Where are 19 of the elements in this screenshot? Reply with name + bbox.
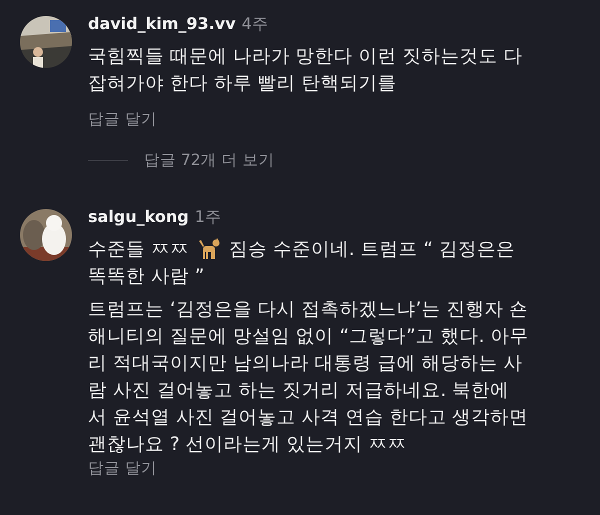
comment-text: 서 윤석열 사진 걸어놓고 사격 연습 한다고 생각하면 bbox=[88, 406, 528, 429]
username[interactable]: salgu_kong bbox=[88, 207, 189, 226]
comment-text: 잡혀가야 한다 하루 빨리 탄핵되기를 bbox=[88, 72, 397, 95]
comment-time: 4주 bbox=[242, 14, 268, 35]
view-replies-link[interactable]: 답글 72개 더 보기 bbox=[144, 150, 275, 171]
comment-text: 똑똑한 사람 ” bbox=[88, 265, 204, 288]
comment-text: 짐승 수준이네. 트럼프 “ 김정은은 bbox=[228, 238, 515, 261]
reply-link[interactable]: 답글 달기 bbox=[88, 459, 157, 477]
comment-text: 국힘찍들 때문에 나라가 망한다 이런 짓하는것도 다 bbox=[88, 45, 522, 68]
comment-time: 1주 bbox=[194, 207, 221, 228]
username[interactable]: david_kim_93.vv bbox=[88, 14, 236, 33]
comment-text: 수준들 ㅉㅉ bbox=[88, 238, 189, 261]
comment-text: 람 사진 걸어놓고 하는 짓거리 저급하네요. 북한에 bbox=[88, 379, 510, 402]
comment-text: 해니티의 질문에 망설임 없이 “그렇다”고 했다. 아무 bbox=[88, 325, 528, 348]
reply-link[interactable]: 답글 달기 bbox=[88, 110, 157, 128]
dog-icon bbox=[196, 236, 221, 260]
comment-text: 트럼프는 ‘김정은을 다시 접촉하겠느냐’는 진행자 숀 bbox=[88, 298, 528, 321]
comment-text: 괜찮나요 ? 선이라는게 있는거지 ㅉㅉ bbox=[88, 433, 406, 456]
comment-text: 리 적대국이지만 남의나라 대통령 급에 해당하는 사 bbox=[88, 352, 522, 375]
